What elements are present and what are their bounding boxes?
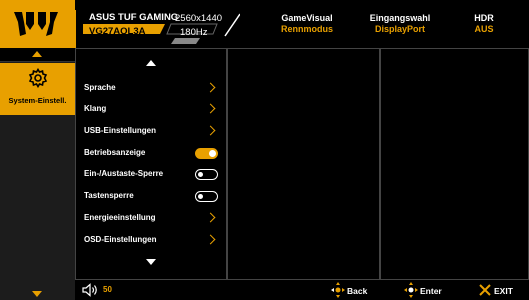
nav-item-label: System-Einstell.: [8, 96, 67, 105]
menu-scroll-up-icon[interactable]: [146, 60, 156, 66]
resolution-readout: 2560x1440: [175, 13, 223, 24]
joystick-enter-icon: [404, 282, 418, 298]
tuf-logo: [0, 0, 75, 48]
hdr-value: AUS: [474, 24, 494, 34]
back-button[interactable]: Back: [331, 282, 381, 298]
model-code: VG27AQL3A: [89, 26, 146, 37]
enter-label: Enter: [420, 286, 442, 296]
menu-item-label: Sprache: [84, 83, 116, 92]
refresh-rate-readout: 180Hz: [180, 27, 208, 38]
menu-scroll-down-icon[interactable]: [146, 259, 156, 265]
model-info: ASUS TUF GAMING VG27AQL3A 2560x1440 180H…: [75, 0, 240, 48]
model-name: ASUS TUF GAMING: [89, 12, 179, 23]
exit-button[interactable]: EXIT: [478, 282, 526, 298]
chevron-right-icon: [205, 125, 216, 136]
menu-item-power-settings[interactable]: Energieeinstellung: [76, 210, 226, 228]
menu-item-label: Energieeinstellung: [84, 213, 156, 222]
menu-item-key-lock[interactable]: Tastensperre: [76, 188, 226, 206]
speaker-icon: [82, 283, 97, 297]
triangle-up-icon: [32, 51, 42, 57]
menu-item-label: OSD-Einstellungen: [84, 235, 157, 244]
enter-button[interactable]: Enter: [404, 282, 459, 298]
nav-scroll-up[interactable]: [0, 48, 75, 62]
menu-item-power-indicator[interactable]: Betriebsanzeige: [76, 145, 226, 163]
menu-item-label: USB-Einstellungen: [84, 126, 157, 135]
menu-item-language[interactable]: Sprache: [76, 80, 226, 98]
gamevisual-label: GameVisual: [281, 13, 333, 23]
close-icon: [479, 284, 491, 296]
toggle-switch-on[interactable]: [195, 148, 218, 159]
chevron-right-icon: [205, 234, 216, 245]
menu-item-label: Klang: [84, 104, 107, 113]
gear-icon: [28, 68, 48, 88]
toggle-switch-off[interactable]: [195, 169, 218, 180]
menu-item-power-key-lock[interactable]: Ein-/Austaste-Sperre: [76, 166, 226, 184]
nav-scroll-down[interactable]: [32, 291, 42, 297]
menu-item-sound[interactable]: Klang: [76, 101, 226, 119]
input-select-label: Eingangswahl: [369, 13, 431, 23]
tuf-logo-icon: [14, 12, 58, 36]
exit-label: EXIT: [494, 286, 513, 296]
joystick-back-icon: [331, 282, 345, 298]
menu-item-usb-settings[interactable]: USB-Einstellungen: [76, 123, 226, 141]
input-select-status: Eingangswahl DisplayPort: [355, 13, 445, 34]
osd-header: ASUS TUF GAMING VG27AQL3A 2560x1440 180H…: [0, 0, 529, 48]
chevron-right-icon: [205, 82, 216, 93]
submenu-panel: Sprache Klang USB-Einstellungen Betriebs…: [75, 48, 227, 280]
back-label: Back: [347, 286, 368, 296]
nav-item-system-settings[interactable]: System-Einstell.: [0, 63, 75, 115]
osd-footer: 50 Back Enter EXIT: [75, 280, 529, 300]
menu-item-label: Betriebsanzeige: [84, 148, 146, 157]
input-select-value: DisplayPort: [374, 24, 425, 34]
gamevisual-status: GameVisual Rennmodus: [262, 13, 352, 34]
category-nav: System-Einstell.: [0, 48, 75, 300]
menu-item-label: Ein-/Austaste-Sperre: [84, 169, 164, 178]
toggle-switch-off[interactable]: [195, 191, 218, 202]
chevron-right-icon: [205, 212, 216, 223]
hdr-label: HDR: [474, 13, 494, 23]
menu-item-osd-settings[interactable]: OSD-Einstellungen: [76, 232, 226, 250]
chevron-right-icon: [205, 103, 216, 114]
submenu-options-panel: [227, 48, 380, 280]
submenu-values-panel: [380, 48, 529, 280]
volume-value: 50: [103, 285, 112, 294]
menu-item-label: Tastensperre: [84, 191, 134, 200]
gamevisual-value: Rennmodus: [280, 24, 333, 34]
hdr-status: HDR AUS: [448, 13, 520, 34]
